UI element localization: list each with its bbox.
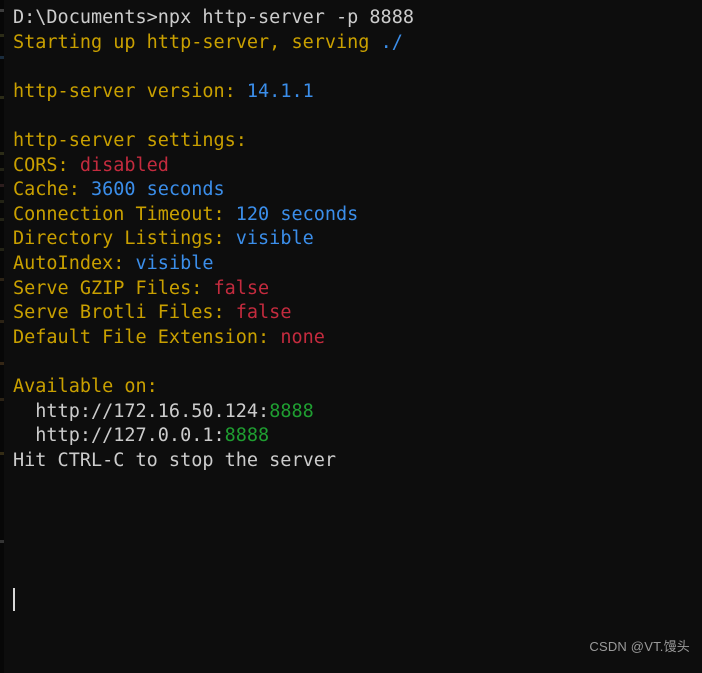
available-url-lan-seg-1: 8888 — [269, 400, 314, 422]
version-line-seg-0: http-server version: — [13, 80, 247, 102]
csdn-watermark: CSDN @VT.馒头 — [589, 639, 690, 655]
hit-ctrl-c-line: Hit CTRL-C to stop the server — [4, 449, 702, 474]
setting-cors: CORS: disabled — [4, 154, 702, 179]
setting-default-file-extension-seg-0: Default File Extension: — [13, 326, 281, 348]
setting-directory-listings-seg-1: visible — [235, 228, 314, 250]
settings-header: http-server settings: — [4, 129, 702, 154]
setting-autoindex-seg-1: visible — [135, 252, 214, 274]
available-url-localhost: http://127.0.0.1:8888 — [4, 424, 702, 449]
setting-serve-brotli-seg-1: false — [235, 302, 292, 324]
available-header: Available on: — [4, 375, 702, 400]
setting-connection-timeout-seg-1: 120 seconds — [235, 203, 359, 225]
blank-4 — [4, 473, 702, 498]
terminal-output-area[interactable]: D:\Documents>npx http-server -p 8888 Star… — [4, 6, 702, 673]
setting-serve-gzip-seg-0: Serve GZIP Files: — [13, 277, 214, 299]
cursor-line — [4, 498, 702, 523]
version-line: http-server version: 14.1.1 — [4, 80, 702, 105]
available-header-seg-0: Available on: — [13, 375, 158, 397]
setting-serve-brotli: Serve Brotli Files: false — [4, 301, 702, 326]
hit-ctrl-c-line-seg-0: Hit CTRL-C to stop the server — [13, 449, 337, 471]
available-url-localhost-seg-1: 8888 — [224, 425, 270, 447]
blank-1 — [4, 55, 702, 80]
text-cursor — [13, 588, 15, 611]
setting-connection-timeout-seg-0: Connection Timeout: — [13, 203, 236, 225]
available-url-lan-seg-0: http://172.16.50.124: — [13, 400, 270, 422]
available-url-lan: http://172.16.50.124:8888 — [4, 400, 702, 425]
settings-header-seg-0: http-server settings: — [13, 129, 247, 151]
starting-line-seg-0: Starting up http-server, serving — [13, 31, 381, 53]
prompt-line: D:\Documents>npx http-server -p 8888 — [4, 6, 702, 31]
setting-cache: Cache: 3600 seconds — [4, 178, 702, 203]
terminal-window[interactable]: D:\Documents>npx http-server -p 8888 Star… — [0, 0, 702, 673]
setting-directory-listings: Directory Listings: visible — [4, 227, 702, 252]
setting-autoindex-seg-0: AutoIndex: — [13, 252, 136, 274]
starting-line-seg-1: ./ — [380, 31, 403, 53]
setting-cache-seg-1: 3600 seconds — [90, 179, 225, 201]
setting-serve-gzip: Serve GZIP Files: false — [4, 277, 702, 302]
setting-serve-gzip-seg-1: false — [213, 277, 270, 299]
prompt-line-seg-0: D:\Documents>npx http-server -p 8888 — [13, 7, 414, 28]
setting-connection-timeout: Connection Timeout: 120 seconds — [4, 203, 702, 228]
setting-autoindex: AutoIndex: visible — [4, 252, 702, 277]
setting-default-file-extension: Default File Extension: none — [4, 326, 702, 351]
setting-cache-seg-0: Cache: — [13, 179, 91, 201]
blank-2 — [4, 104, 702, 129]
starting-line: Starting up http-server, serving ./ — [4, 31, 702, 56]
setting-cors-seg-1: disabled — [79, 154, 169, 176]
setting-directory-listings-seg-0: Directory Listings: — [13, 228, 236, 250]
available-url-localhost-seg-0: http://127.0.0.1: — [13, 425, 225, 447]
setting-cors-seg-0: CORS: — [13, 154, 80, 176]
version-line-seg-1: 14.1.1 — [246, 80, 314, 102]
blank-3 — [4, 350, 702, 375]
setting-default-file-extension-seg-1: none — [280, 326, 325, 348]
setting-serve-brotli-seg-0: Serve Brotli Files: — [13, 302, 236, 324]
